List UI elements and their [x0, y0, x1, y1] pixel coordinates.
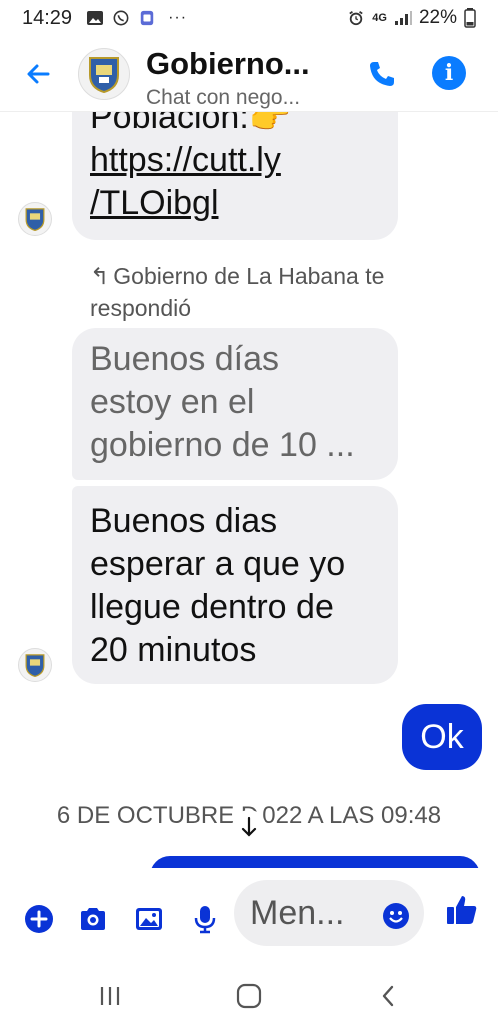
- scroll-to-bottom-button[interactable]: [232, 810, 266, 844]
- contact-name[interactable]: Gobierno...: [146, 46, 310, 82]
- contact-avatar[interactable]: [78, 48, 130, 100]
- message-link[interactable]: https://cutt.ly: [90, 139, 380, 182]
- home-button[interactable]: [231, 978, 267, 1014]
- chat-subtitle: Chat con nego...: [146, 86, 301, 109]
- message-text: 20 minutos: [90, 631, 257, 669]
- outgoing-message-bubble-partial[interactable]: [150, 856, 480, 868]
- outgoing-message-bubble[interactable]: Ok: [402, 704, 482, 770]
- status-left: 14:29 ···: [22, 7, 187, 30]
- back-arrow-icon[interactable]: [22, 58, 54, 90]
- home-icon: [236, 983, 262, 1009]
- quoted-text-line: Buenos días: [90, 340, 280, 378]
- sender-avatar[interactable]: [18, 648, 52, 682]
- microphone-icon[interactable]: [190, 904, 220, 934]
- phone-call-icon[interactable]: [366, 58, 398, 90]
- alarm-icon: [349, 11, 363, 26]
- more-notifications-icon: ···: [168, 9, 188, 26]
- info-icon[interactable]: i: [432, 56, 466, 90]
- network-type-label: 4G: [372, 12, 387, 24]
- app-notification-icon: [140, 10, 154, 26]
- status-bar: 14:29 ··· 4G 22%: [0, 0, 498, 36]
- message-composer: [0, 868, 498, 968]
- coat-of-arms-icon: [25, 208, 45, 231]
- thumbs-up-icon[interactable]: [444, 892, 480, 928]
- whatsapp-notification-icon: [113, 10, 129, 26]
- coat-of-arms-icon: [25, 654, 45, 677]
- message-text: esperar a que yo: [90, 545, 346, 583]
- camera-icon[interactable]: [78, 904, 108, 934]
- quoted-message-bubble[interactable]: Buenos días estoy en el gobierno de 10 .…: [72, 328, 398, 480]
- gallery-icon[interactable]: [134, 904, 164, 934]
- battery-icon: [464, 8, 476, 28]
- signal-icon: [394, 11, 412, 25]
- back-chevron-icon: [382, 985, 394, 1007]
- incoming-message-bubble[interactable]: Población:👉 https://cutt.ly /TLOibgl: [72, 112, 398, 240]
- message-text: Buenos dias: [90, 502, 278, 540]
- message-list[interactable]: Población:👉 https://cutt.ly /TLOibgl ↰ Go…: [0, 112, 498, 868]
- back-button[interactable]: [370, 978, 406, 1014]
- quoted-text-line: gobierno de 10 ...: [90, 426, 355, 464]
- arrow-down-icon: [241, 816, 257, 837]
- coat-of-arms-icon: [89, 57, 119, 93]
- recent-apps-icon: [100, 987, 120, 1005]
- incoming-message-bubble[interactable]: Buenos dias esperar a que yo llegue dent…: [72, 486, 398, 684]
- chat-header: Gobierno... Chat con nego... i: [0, 36, 498, 112]
- plus-circle-icon[interactable]: [24, 904, 54, 934]
- gallery-notification-icon: [87, 11, 104, 25]
- emoji-icon[interactable]: [382, 902, 410, 930]
- reply-arrow-icon: ↰: [90, 263, 110, 289]
- message-text: Población:👉: [90, 112, 292, 136]
- reply-indicator-text: Gobierno de La Habana te respondió: [90, 263, 385, 321]
- reply-indicator: ↰ Gobierno de La Habana te respondió: [90, 260, 410, 324]
- system-navigation-bar: [0, 968, 498, 1024]
- recent-apps-button[interactable]: [92, 978, 128, 1014]
- message-link[interactable]: /TLOibgl: [90, 182, 380, 225]
- status-time: 14:29: [22, 6, 73, 29]
- message-input[interactable]: [250, 894, 380, 932]
- message-text: llegue dentro de: [90, 588, 334, 626]
- quoted-text-line: estoy en el: [90, 383, 255, 421]
- status-right: 4G 22%: [347, 7, 476, 29]
- sender-avatar[interactable]: [18, 202, 52, 236]
- battery-percent: 22%: [418, 7, 457, 28]
- message-input-container[interactable]: [234, 880, 424, 946]
